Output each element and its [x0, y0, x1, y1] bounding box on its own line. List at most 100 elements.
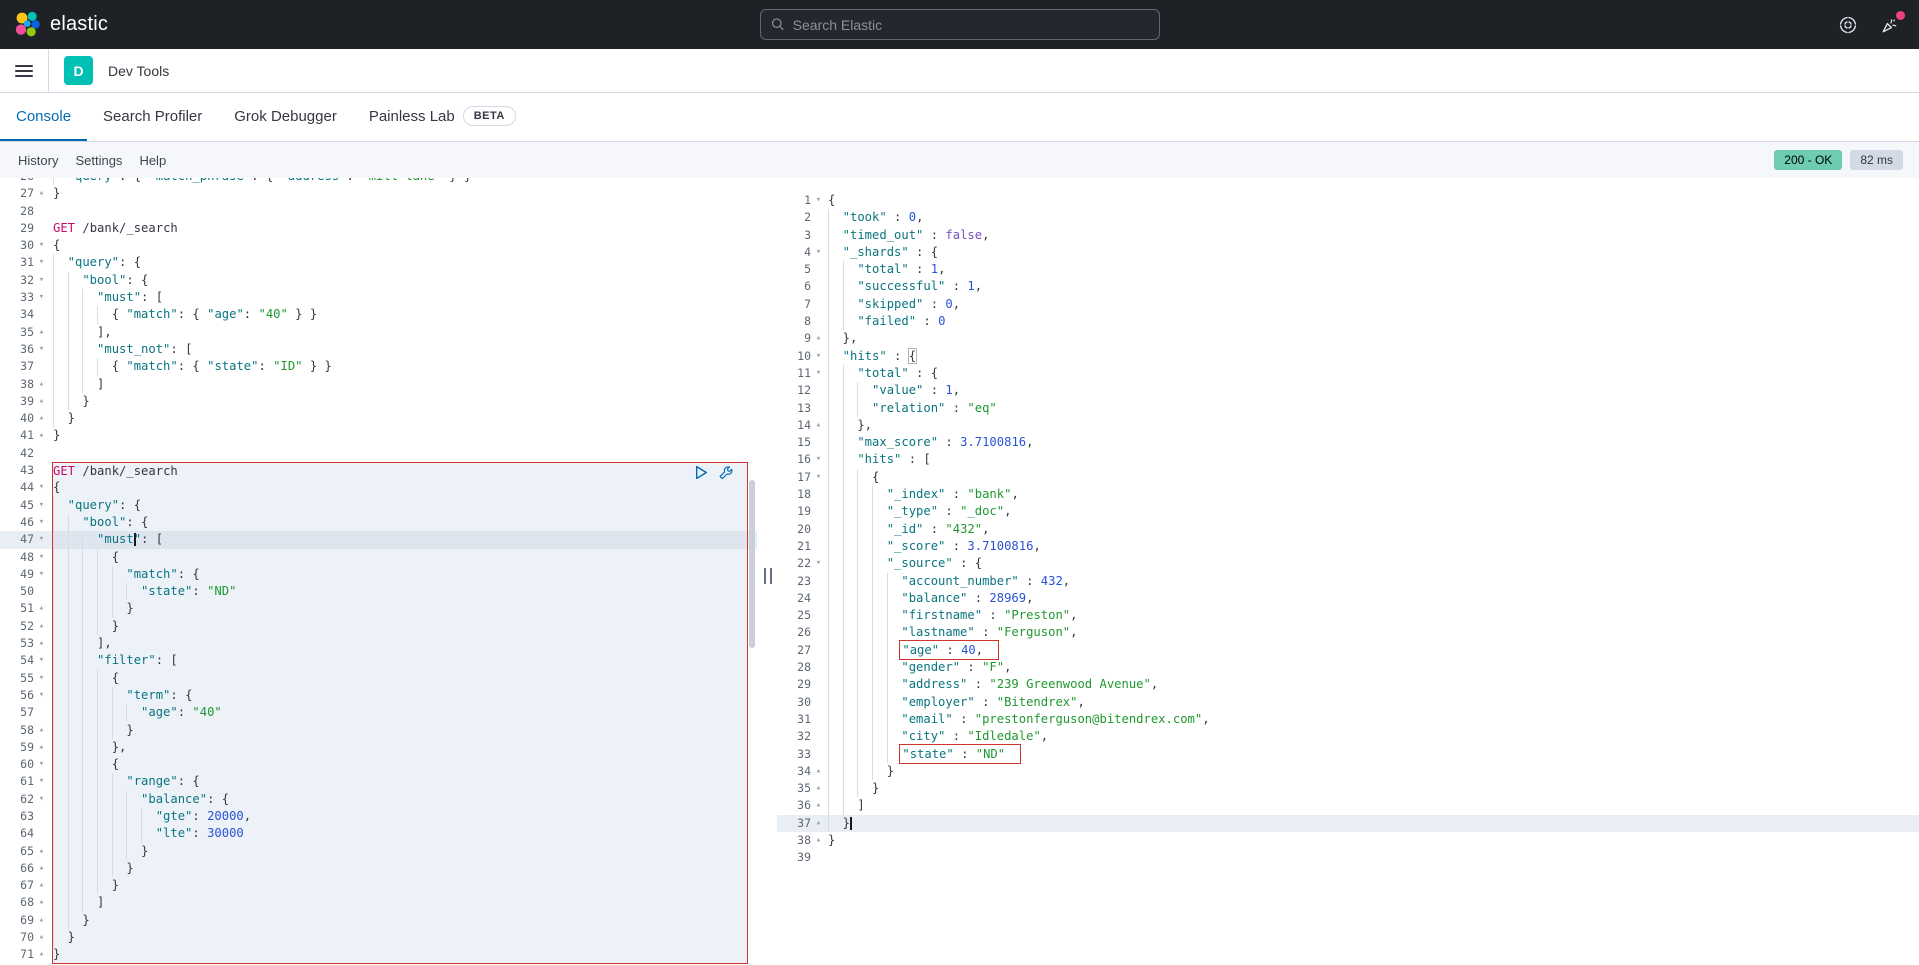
fold-toggle-icon[interactable]: ▾	[34, 272, 49, 289]
fold-toggle-icon[interactable]: ▾	[811, 244, 826, 261]
code-line-5[interactable]: 5"total" : 1,	[777, 261, 1919, 278]
request-options-wrench-icon[interactable]	[718, 465, 733, 480]
fold-toggle-icon[interactable]: ▾	[34, 289, 49, 306]
fold-toggle-icon[interactable]: ▴	[34, 877, 49, 894]
code-line-43[interactable]: 43GET /bank/_search	[0, 462, 757, 479]
code-line-21[interactable]: 21"_score" : 3.7100816,	[777, 538, 1919, 555]
code-line-35[interactable]: 35▴],	[0, 324, 757, 341]
code-line-59[interactable]: 59▴},	[0, 739, 757, 756]
fold-toggle-icon[interactable]: ▴	[34, 618, 49, 635]
code-line-8[interactable]: 8"failed" : 0	[777, 313, 1919, 330]
code-line-54[interactable]: 54▾"filter": [	[0, 652, 757, 669]
code-line-19[interactable]: 19"_type" : "_doc",	[777, 503, 1919, 520]
code-line-37[interactable]: 37▴}	[777, 815, 1919, 832]
code-line-52[interactable]: 52▴}	[0, 618, 757, 635]
toolbar-link-settings[interactable]: Settings	[75, 153, 122, 168]
code-line-64[interactable]: 64"lte": 30000	[0, 825, 757, 842]
code-line-18[interactable]: 18"_index" : "bank",	[777, 486, 1919, 503]
fold-toggle-icon[interactable]: ▴	[811, 763, 826, 780]
code-line-58[interactable]: 58▴}	[0, 722, 757, 739]
code-line-39[interactable]: 39	[777, 849, 1919, 866]
menu-icon[interactable]	[0, 49, 49, 93]
code-line-3[interactable]: 3"timed_out" : false,	[777, 227, 1919, 244]
code-line-36[interactable]: 36▾"must_not": [	[0, 341, 757, 358]
code-line-13[interactable]: 13"relation" : "eq"	[777, 400, 1919, 417]
fold-toggle-icon[interactable]: ▴	[34, 894, 49, 911]
fold-toggle-icon[interactable]: ▾	[34, 531, 49, 548]
code-line-40[interactable]: 40▴}	[0, 410, 757, 427]
code-line-55[interactable]: 55▾{	[0, 670, 757, 687]
code-line-34[interactable]: 34▴}	[777, 763, 1919, 780]
code-line-71[interactable]: 71▴}	[0, 946, 757, 963]
code-line-27[interactable]: 27"age" : 40,	[777, 642, 1919, 659]
request-editor[interactable]: 26"query": { "match_phrase": { "address"…	[0, 178, 757, 965]
fold-toggle-icon[interactable]: ▾	[811, 365, 826, 382]
fold-toggle-icon[interactable]: ▴	[34, 427, 49, 444]
search-input[interactable]	[793, 17, 1149, 33]
code-line-48[interactable]: 48▾{	[0, 549, 757, 566]
fold-toggle-icon[interactable]: ▴	[811, 330, 826, 347]
code-line-67[interactable]: 67▴}	[0, 877, 757, 894]
code-line-46[interactable]: 46▾"bool": {	[0, 514, 757, 531]
code-line-25[interactable]: 25"firstname" : "Preston",	[777, 607, 1919, 624]
code-line-44[interactable]: 44▾{	[0, 479, 757, 496]
code-line-27[interactable]: 27▴}	[0, 185, 757, 202]
resize-handle-icon[interactable]	[764, 568, 772, 584]
fold-toggle-icon[interactable]: ▴	[811, 417, 826, 434]
code-line-62[interactable]: 62▾"balance": {	[0, 791, 757, 808]
code-line-51[interactable]: 51▴}	[0, 600, 757, 617]
code-line-60[interactable]: 60▾{	[0, 756, 757, 773]
code-line-16[interactable]: 16▾"hits" : [	[777, 451, 1919, 468]
code-line-37[interactable]: 37{ "match": { "state": "ID" } }	[0, 358, 757, 375]
code-line-31[interactable]: 31"email" : "prestonferguson@bitendrex.c…	[777, 711, 1919, 728]
fold-toggle-icon[interactable]: ▾	[34, 479, 49, 496]
code-line-39[interactable]: 39▴}	[0, 393, 757, 410]
fold-toggle-icon[interactable]: ▾	[34, 497, 49, 514]
code-line-26[interactable]: 26"query": { "match_phrase": { "address"…	[0, 178, 757, 185]
code-line-14[interactable]: 14▴},	[777, 417, 1919, 434]
code-line-36[interactable]: 36▴]	[777, 797, 1919, 814]
code-line-22[interactable]: 22▾"_source" : {	[777, 555, 1919, 572]
code-line-12[interactable]: 12"value" : 1,	[777, 382, 1919, 399]
code-line-24[interactable]: 24"balance" : 28969,	[777, 590, 1919, 607]
tab-console[interactable]: Console	[0, 93, 87, 141]
scrollbar-thumb[interactable]	[749, 480, 755, 648]
fold-toggle-icon[interactable]: ▾	[34, 341, 49, 358]
fold-toggle-icon[interactable]: ▾	[811, 555, 826, 572]
code-line-49[interactable]: 49▾"match": {	[0, 566, 757, 583]
code-line-28[interactable]: 28"gender" : "F",	[777, 659, 1919, 676]
code-line-30[interactable]: 30▾{	[0, 237, 757, 254]
fold-toggle-icon[interactable]: ▾	[34, 254, 49, 271]
tab-grok-debugger[interactable]: Grok Debugger	[218, 93, 353, 141]
toolbar-link-history[interactable]: History	[18, 153, 58, 168]
code-line-28[interactable]: 28	[0, 203, 757, 220]
fold-toggle-icon[interactable]: ▴	[811, 780, 826, 797]
fold-toggle-icon[interactable]: ▾	[34, 566, 49, 583]
fold-toggle-icon[interactable]: ▴	[34, 324, 49, 341]
code-line-17[interactable]: 17▾{	[777, 469, 1919, 486]
toolbar-link-help[interactable]: Help	[139, 153, 166, 168]
code-line-30[interactable]: 30"employer" : "Bitendrex",	[777, 694, 1919, 711]
code-line-70[interactable]: 70▴}	[0, 929, 757, 946]
code-line-66[interactable]: 66▴}	[0, 860, 757, 877]
fold-toggle-icon[interactable]: ▾	[34, 514, 49, 531]
fold-toggle-icon[interactable]: ▾	[34, 791, 49, 808]
code-line-31[interactable]: 31▾"query": {	[0, 254, 757, 271]
code-line-56[interactable]: 56▾"term": {	[0, 687, 757, 704]
code-line-10[interactable]: 10▾"hits" : {	[777, 348, 1919, 365]
fold-toggle-icon[interactable]: ▾	[811, 348, 826, 365]
fold-toggle-icon[interactable]: ▴	[34, 722, 49, 739]
fold-toggle-icon[interactable]: ▴	[34, 912, 49, 929]
code-line-69[interactable]: 69▴}	[0, 912, 757, 929]
fold-toggle-icon[interactable]: ▴	[34, 600, 49, 617]
fold-toggle-icon[interactable]: ▾	[34, 773, 49, 790]
code-line-34[interactable]: 34{ "match": { "age": "40" } }	[0, 306, 757, 323]
response-editor[interactable]: 1▾{2"took" : 0,3"timed_out" : false,4▾"_…	[777, 178, 1919, 965]
code-line-33[interactable]: 33▾"must": [	[0, 289, 757, 306]
fold-toggle-icon[interactable]: ▴	[34, 860, 49, 877]
fold-toggle-icon[interactable]: ▴	[34, 929, 49, 946]
code-line-15[interactable]: 15"max_score" : 3.7100816,	[777, 434, 1919, 451]
code-line-42[interactable]: 42	[0, 445, 757, 462]
fold-toggle-icon[interactable]: ▾	[34, 687, 49, 704]
code-line-23[interactable]: 23"account_number" : 432,	[777, 573, 1919, 590]
